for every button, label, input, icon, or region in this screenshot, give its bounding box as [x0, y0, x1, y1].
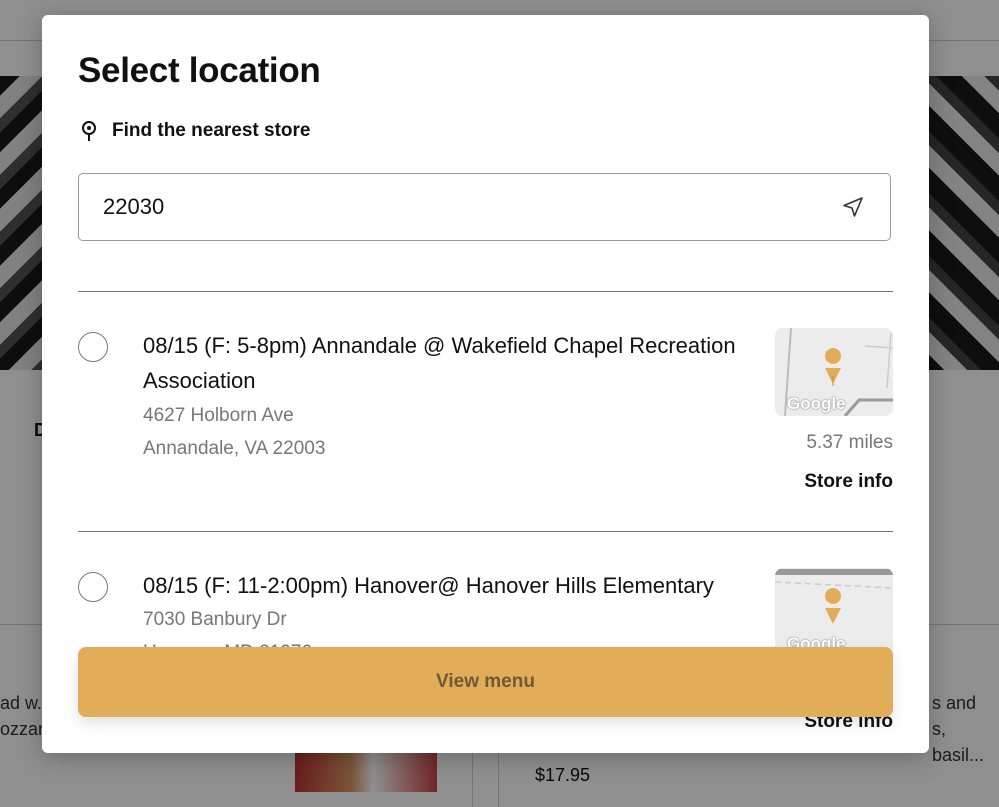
- find-nearest-store[interactable]: Find the nearest store: [78, 119, 311, 143]
- store-option-annandale[interactable]: 08/15 (F: 5-8pm) Annandale @ Wakefield C…: [78, 328, 893, 502]
- store-address-line1: 4627 Holborn Ave: [143, 405, 294, 426]
- location-arrow-icon[interactable]: [842, 196, 864, 218]
- location-search-input[interactable]: [79, 174, 819, 240]
- store-radio[interactable]: [78, 572, 108, 602]
- list-divider: [78, 531, 893, 532]
- store-address-line2: Annandale, VA 22003: [143, 438, 326, 459]
- select-location-modal: Select location Find the nearest store 0…: [42, 15, 929, 753]
- find-nearest-store-label: Find the nearest store: [112, 120, 311, 141]
- store-info-link[interactable]: Store info: [804, 471, 893, 493]
- modal-title: Select location: [78, 51, 321, 90]
- store-map-thumbnail[interactable]: Google: [775, 328, 893, 416]
- store-address-line1: 7030 Banbury Dr: [143, 609, 287, 630]
- list-divider: [78, 291, 893, 292]
- store-map-thumbnail[interactable]: Google: [775, 568, 893, 656]
- store-name: 08/15 (F: 5-8pm) Annandale @ Wakefield C…: [143, 333, 736, 393]
- store-distance: 5.37 miles: [806, 432, 893, 453]
- map-pin-icon: [78, 119, 100, 143]
- location-search-field: [78, 173, 891, 241]
- store-radio[interactable]: [78, 332, 108, 362]
- map-attribution: Google: [787, 394, 846, 413]
- store-name: 08/15 (F: 11-2:00pm) Hanover@ Hanover Hi…: [143, 573, 714, 598]
- view-menu-button[interactable]: View menu: [78, 647, 893, 717]
